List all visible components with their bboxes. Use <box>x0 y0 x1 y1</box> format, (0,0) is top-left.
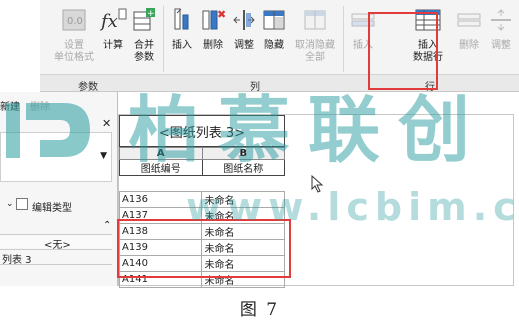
edit-type-row[interactable]: ⌄ 编辑类型 <box>0 196 112 214</box>
hide-column-button[interactable]: 隐藏 <box>259 6 289 72</box>
svg-text:+: + <box>147 9 155 19</box>
adjust-column-button[interactable]: 调整 <box>229 6 259 72</box>
merge-params-icon: + <box>130 6 158 34</box>
adjust-column-label: 调整 <box>234 40 254 51</box>
property-row-none[interactable]: <无> <box>0 234 112 251</box>
sheet-number-cell[interactable]: A136 <box>118 191 203 208</box>
group-label-column: 列 <box>250 82 260 93</box>
sheet-name-cell[interactable]: 未命名 <box>201 191 285 208</box>
column-letter-row: A B <box>119 147 285 160</box>
formula-icon: fx <box>99 6 127 34</box>
separator <box>163 6 164 72</box>
hide-column-icon <box>260 6 288 34</box>
svg-text:✖: ✖ <box>217 8 226 21</box>
calculate-button[interactable]: fx 计算 <box>98 6 128 72</box>
settings-label: 设置 单位格式 <box>54 40 94 63</box>
delete-column-label: 删除 <box>203 40 223 51</box>
merge-params-button[interactable]: + 合并 参数 <box>128 6 160 72</box>
mouse-cursor-icon <box>311 175 324 193</box>
column-header-number[interactable]: 图纸编号 <box>119 159 203 176</box>
collapse-icon[interactable]: ⌃ <box>103 220 111 231</box>
delete-column-button[interactable]: ✖ 删除 <box>198 6 228 72</box>
delete-row-button[interactable]: 删除 <box>455 6 483 72</box>
svg-text:0.0: 0.0 <box>67 16 83 27</box>
column-header-name[interactable]: 图纸名称 <box>201 159 285 176</box>
edit-type-label: 编辑类型 <box>32 203 72 214</box>
settings-unit-format-button[interactable]: 0.0 设置 单位格式 <box>50 6 98 72</box>
unit-format-icon: 0.0 <box>60 6 88 34</box>
unhide-all-button[interactable]: 取消隐藏 全部 <box>292 6 338 72</box>
chevron-down-icon: ▼ <box>100 151 107 161</box>
figure-caption: 图 7 <box>239 300 280 320</box>
delete-button[interactable]: 删除 <box>30 98 50 113</box>
table-row[interactable]: A136 未命名 <box>118 191 285 208</box>
unhide-all-icon <box>301 6 329 34</box>
ribbon: 0.0 设置 单位格式 fx 计算 + 合并 参数 插入 ✖ 删除 调整 隐藏 … <box>40 0 519 93</box>
delete-column-icon: ✖ <box>199 6 227 34</box>
insert-column-label: 插入 <box>172 40 192 51</box>
column-header-row: 图纸编号 图纸名称 <box>119 159 285 176</box>
delete-row-icon <box>455 6 483 34</box>
property-row-empty[interactable] <box>0 264 112 278</box>
delete-row-label: 删除 <box>459 40 479 51</box>
property-row-schedule[interactable]: 列表 3 <box>0 249 112 266</box>
hide-column-label: 隐藏 <box>264 40 284 51</box>
adjust-row-label: 调整 <box>491 40 511 51</box>
schedule-header-table: A B 图纸编号 图纸名称 <box>119 147 285 176</box>
insert-column-button[interactable]: 插入 <box>167 6 197 72</box>
properties-panel: 新建 删除 ✕ ▼ ⌄ 编辑类型 ⌃ <无> 列表 3 <box>0 92 118 286</box>
separator <box>343 6 344 72</box>
schedule-view: <图纸列表 3> A B 图纸编号 图纸名称 A136 未命名 A137 未命名 A… <box>117 114 514 288</box>
merge-params-label: 合并 参数 <box>134 40 154 63</box>
column-letter[interactable]: B <box>201 147 285 160</box>
group-label-params: 参数 <box>78 82 98 93</box>
calculate-label: 计算 <box>103 40 123 51</box>
adjust-row-button[interactable]: 调整 <box>486 6 516 72</box>
adjust-column-icon <box>230 6 258 34</box>
edit-type-icon <box>16 198 28 210</box>
svg-text:fx: fx <box>99 11 118 32</box>
type-selector[interactable]: ▼ <box>0 132 112 182</box>
highlight-insert-data-row <box>368 12 438 90</box>
ribbon-group-bar <box>40 74 519 91</box>
close-icon[interactable]: ✕ <box>102 117 111 130</box>
panel-toolbar: 新建 删除 <box>0 96 118 113</box>
schedule-title: <图纸列表 3> <box>119 115 285 147</box>
adjust-row-icon <box>487 6 515 34</box>
unhide-all-label: 取消隐藏 全部 <box>295 40 335 63</box>
insert-column-icon <box>168 6 196 34</box>
highlight-new-rows <box>117 219 291 278</box>
chevron-down-icon: ⌄ <box>6 199 14 209</box>
new-button[interactable]: 新建 <box>0 98 20 113</box>
column-letter[interactable]: A <box>119 147 203 160</box>
